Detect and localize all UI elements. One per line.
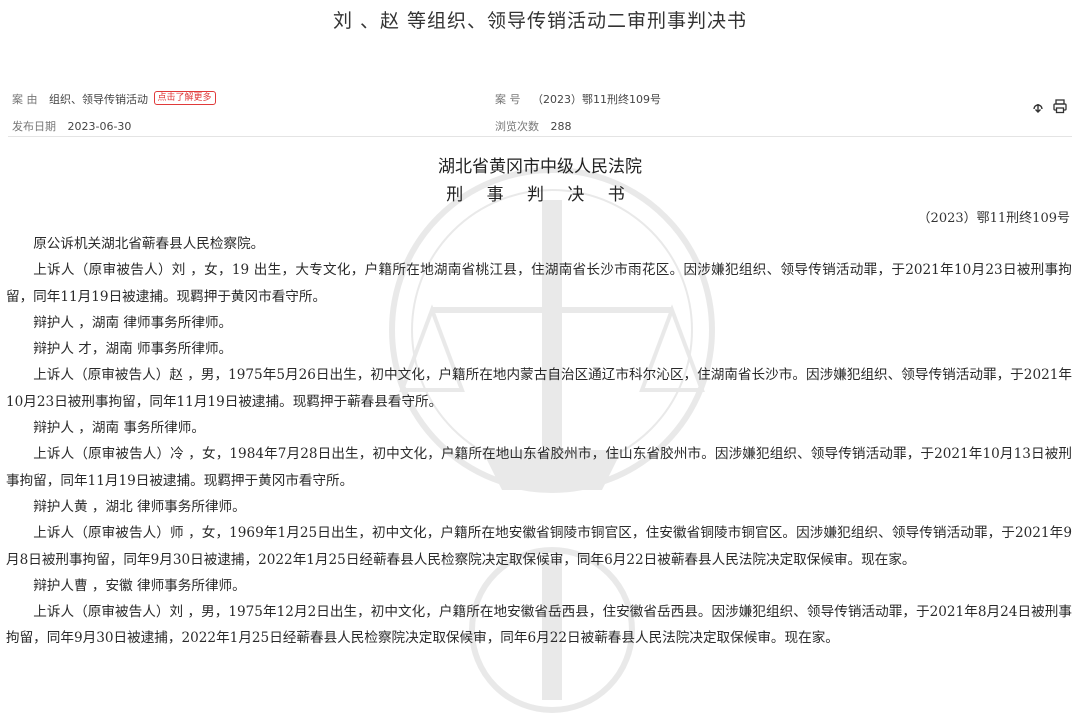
learn-more-button[interactable]: 点击了解更多 — [153, 91, 216, 105]
cause-value: 组织、领导传销活动 — [49, 93, 148, 106]
paragraph: 辩护人黄 ，湖北 律师事务所律师。 — [33, 498, 246, 515]
download-icon[interactable] — [1030, 98, 1046, 114]
judgment-body: 原公诉机关湖北省蕲春县人民检察院。 上诉人（原审被告人）刘 ，女，19 出生，大… — [6, 231, 1072, 652]
paragraph: 原公诉机关湖北省蕲春县人民检察院。 — [33, 236, 265, 252]
views-value: 288 — [550, 120, 572, 133]
document-type: 刑 事 判 决 书 — [446, 185, 634, 205]
case-label: 案 号 — [495, 93, 521, 106]
date-value: 2023-06-30 — [67, 120, 132, 133]
cause-label: 案 由 — [12, 93, 38, 106]
document-case-number: （2023）鄂11刑终109号 — [917, 211, 1070, 226]
paragraph: 辩护人 才，湖南 师事务所律师。 — [33, 341, 233, 358]
paragraph: 上诉人（原审被告人）师 ，女，1969年1月25日出生，初中文化，户籍所在地安徽… — [6, 525, 1072, 568]
views-label: 浏览次数 — [495, 120, 539, 133]
paragraph: 上诉人（原审被告人）冷 ，女，1984年7月28日出生，初中文化，户籍所在地山东… — [6, 446, 1072, 489]
court-name: 湖北省黄冈市中级人民法院 — [438, 157, 642, 177]
case-value: （2023）鄂11刑终109号 — [532, 93, 661, 106]
date-label: 发布日期 — [12, 120, 56, 133]
paragraph: 辩护人曹 ，安徽 律师事务所律师。 — [33, 577, 246, 594]
toolbar — [1030, 98, 1068, 114]
paragraph: 上诉人（原审被告人）赵 ，男，1975年5月26日出生，初中文化，户籍所在地内蒙… — [6, 367, 1072, 410]
paragraph: 上诉人（原审被告人）刘 ，女，19 出生，大专文化，户籍所在地湖南省桃江县，住湖… — [6, 262, 1072, 305]
meta-case-number: 案 号 （2023）鄂11刑终109号 — [495, 91, 661, 107]
meta-views: 浏览次数 288 — [495, 118, 572, 134]
page-title: 刘 、赵 等组织、领导传销活动二审刑事判决书 — [332, 10, 748, 32]
header-divider — [8, 136, 1072, 137]
paragraph: 上诉人（原审被告人）刘 ，男，1975年12月2日出生，初中文化，户籍所在地安徽… — [6, 604, 1072, 647]
meta-date: 发布日期 2023-06-30 — [12, 118, 131, 134]
paragraph: 辩护人 ，湖南 事务所律师。 — [33, 420, 205, 437]
paragraph: 辩护人 ，湖南 律师事务所律师。 — [33, 314, 233, 331]
print-icon[interactable] — [1052, 98, 1068, 114]
meta-cause: 案 由 组织、领导传销活动 点击了解更多 — [12, 91, 216, 107]
